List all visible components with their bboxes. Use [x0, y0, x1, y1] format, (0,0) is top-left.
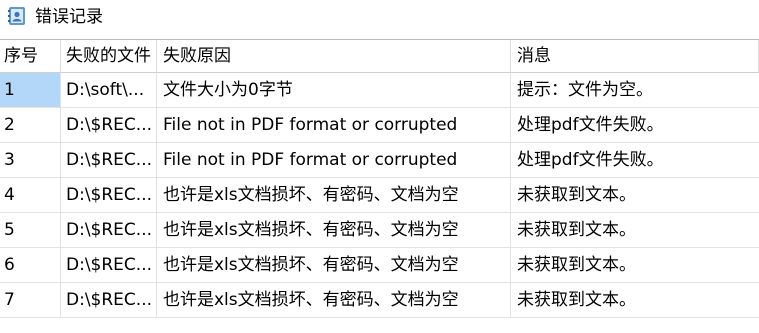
cell-file[interactable]: D:\$REC...	[61, 178, 157, 213]
cell-file[interactable]: D:\$REC...	[61, 248, 157, 283]
cell-reason[interactable]: 也许是xls文档损坏、有密码、文档为空	[157, 178, 511, 213]
column-header-message[interactable]: 消息	[511, 40, 759, 73]
cell-message[interactable]: 未获取到文本。	[511, 248, 759, 283]
cell-file[interactable]: D:\$REC...	[61, 213, 157, 248]
table-header: 序号 失败的文件 失败原因 消息	[0, 40, 759, 73]
cell-message[interactable]: 未获取到文本。	[511, 213, 759, 248]
cell-index[interactable]: 5	[0, 213, 61, 248]
cell-reason[interactable]: 也许是xls文档损坏、有密码、文档为空	[157, 213, 511, 248]
column-header-reason[interactable]: 失败原因	[157, 40, 511, 73]
table-row[interactable]: 7 D:\$REC... 也许是xls文档损坏、有密码、文档为空 未获取到文本。	[0, 283, 759, 318]
table-row[interactable]: 6 D:\$REC... 也许是xls文档损坏、有密码、文档为空 未获取到文本。	[0, 248, 759, 283]
cell-index[interactable]: 7	[0, 283, 61, 318]
column-header-file[interactable]: 失败的文件	[61, 40, 157, 73]
cell-reason[interactable]: File not in PDF format or corrupted	[157, 108, 511, 143]
cell-reason[interactable]: 文件大小为0字节	[157, 73, 511, 108]
cell-file[interactable]: D:\$REC...	[61, 283, 157, 318]
error-log-window: 错误记录 序号 失败的文件 失败原因 消息 1 D:\soft\... 文件大小为0…	[0, 0, 759, 333]
cell-reason[interactable]: 也许是xls文档损坏、有密码、文档为空	[157, 248, 511, 283]
table-row[interactable]: 1 D:\soft\... 文件大小为0字节 提示：文件为空。	[0, 73, 759, 108]
cell-index[interactable]: 6	[0, 248, 61, 283]
table-row[interactable]: 4 D:\$REC... 也许是xls文档损坏、有密码、文档为空 未获取到文本。	[0, 178, 759, 213]
cell-message[interactable]: 未获取到文本。	[511, 283, 759, 318]
cell-index[interactable]: 1	[0, 73, 61, 108]
cell-reason[interactable]: File not in PDF format or corrupted	[157, 143, 511, 178]
cell-message[interactable]: 处理pdf文件失败。	[511, 143, 759, 178]
title-bar: 错误记录	[0, 0, 759, 36]
cell-message[interactable]: 提示：文件为空。	[511, 73, 759, 108]
table-row[interactable]: 5 D:\$REC... 也许是xls文档损坏、有密码、文档为空 未获取到文本。	[0, 213, 759, 248]
cell-message[interactable]: 处理pdf文件失败。	[511, 108, 759, 143]
error-table: 序号 失败的文件 失败原因 消息 1 D:\soft\... 文件大小为0字节 提示：…	[0, 40, 759, 333]
cell-file[interactable]: D:\$REC...	[61, 143, 157, 178]
cell-file[interactable]: D:\$REC...	[61, 108, 157, 143]
table-row[interactable]: 2 D:\$REC... File not in PDF format or cor…	[0, 108, 759, 143]
cell-message[interactable]: 未获取到文本。	[511, 178, 759, 213]
table-row[interactable]: 3 D:\$REC... File not in PDF format or cor…	[0, 143, 759, 178]
cell-file[interactable]: D:\soft\...	[61, 73, 157, 108]
window-title: 错误记录	[35, 7, 103, 27]
cell-index[interactable]: 3	[0, 143, 61, 178]
column-header-index[interactable]: 序号	[0, 40, 61, 73]
cell-reason[interactable]: 也许是xls文档损坏、有密码、文档为空	[157, 283, 511, 318]
user-contact-icon	[8, 6, 26, 26]
cell-index[interactable]: 2	[0, 108, 61, 143]
cell-index[interactable]: 4	[0, 178, 61, 213]
